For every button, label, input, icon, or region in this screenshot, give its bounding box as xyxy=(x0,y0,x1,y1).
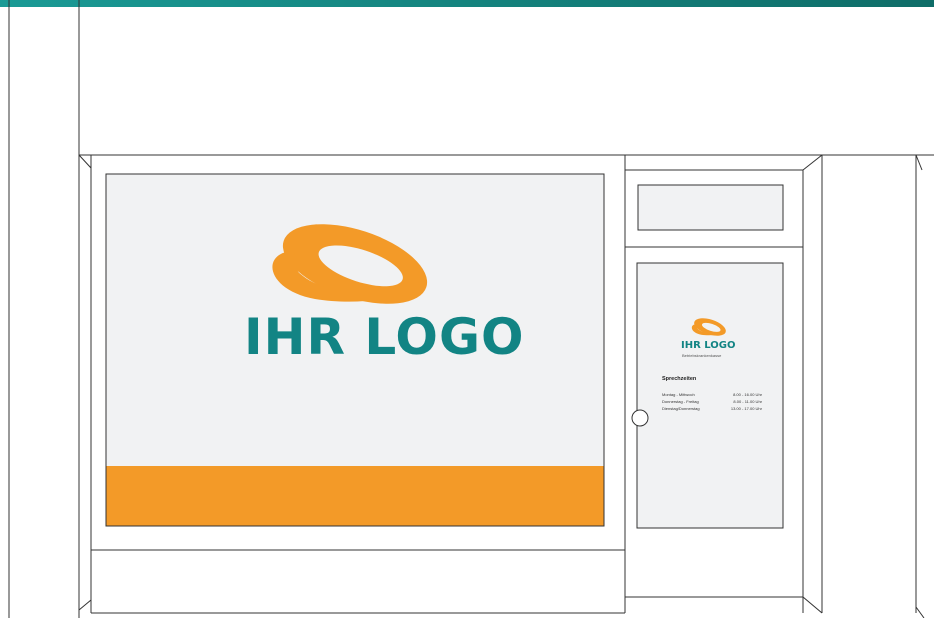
door-logo-subtitle: Betriebskrankenkasse xyxy=(682,353,722,358)
opening-hours-row: Donnerstag - Freitag 8.00 - 11.00 Uhr xyxy=(662,400,762,404)
hours-days: Dienstag/Donnerstag xyxy=(662,406,700,411)
door-handle xyxy=(631,409,649,427)
hours-days: Montag - Mittwoch xyxy=(662,392,695,397)
window-logo-text: IHR LOGO xyxy=(244,308,525,366)
hours-time: 13.00 - 17.00 Uhr xyxy=(730,406,762,411)
transom-panel xyxy=(637,184,784,231)
orange-stripe xyxy=(106,466,604,526)
door-logo-text: IHR LOGO xyxy=(681,340,736,351)
hours-time: 8.00 - 11.00 Uhr xyxy=(733,399,762,404)
opening-hours-row: Dienstag/Donnerstag 13.00 - 17.00 Uhr xyxy=(662,407,762,411)
hours-time: 8.00 - 16.00 Uhr xyxy=(733,392,762,397)
hours-days: Donnerstag - Freitag xyxy=(662,399,699,404)
opening-hours-row: Montag - Mittwoch 8.00 - 16.00 Uhr xyxy=(662,393,762,397)
opening-hours-title: Sprechzeiten xyxy=(662,376,697,382)
